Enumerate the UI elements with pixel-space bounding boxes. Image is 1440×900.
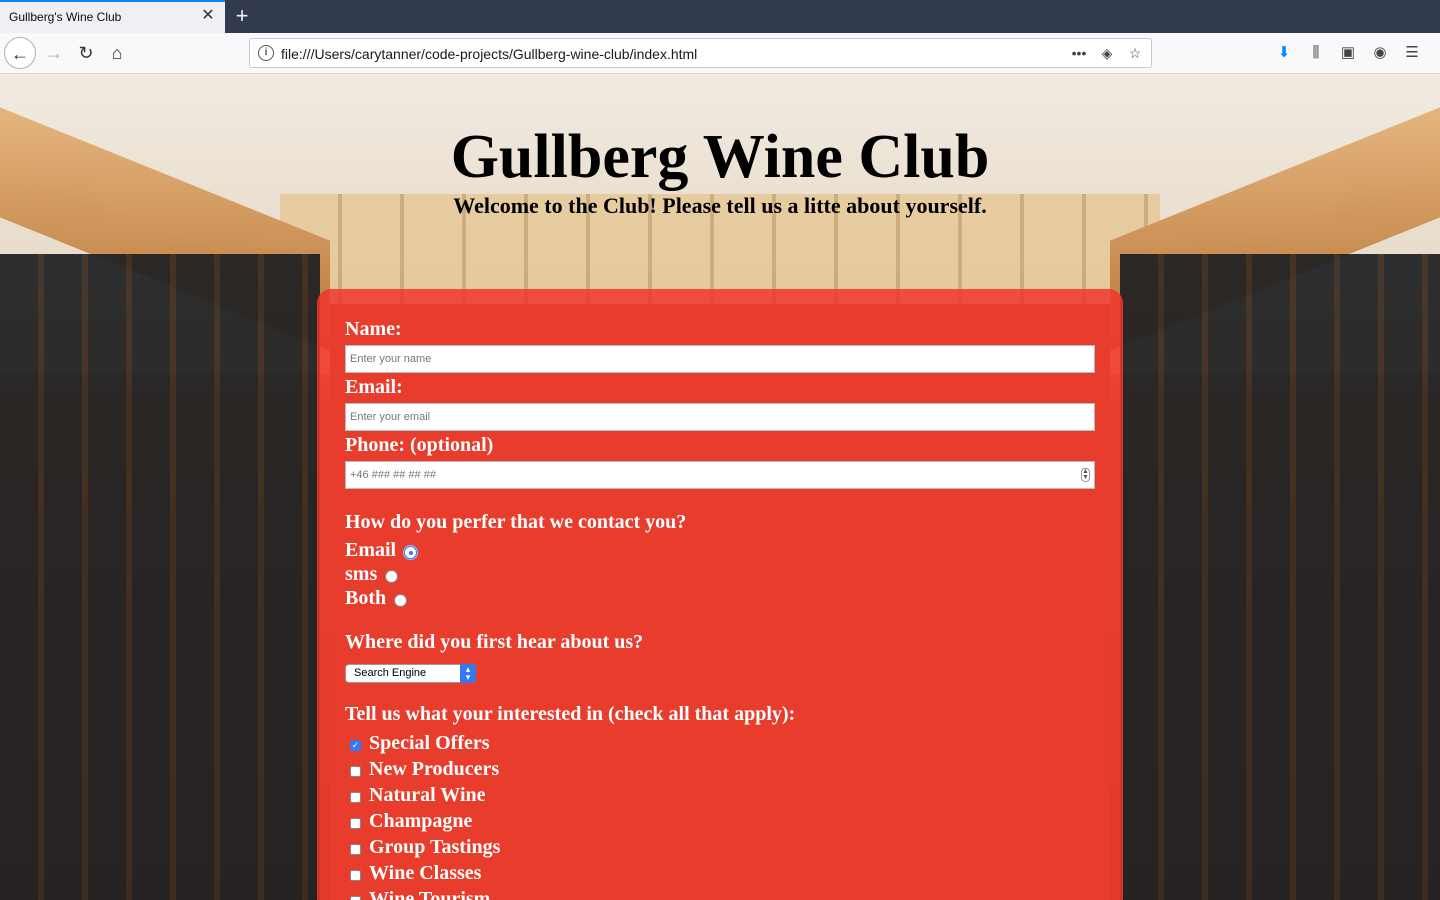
name-label: Name: — [345, 318, 402, 340]
checkbox[interactable] — [350, 870, 361, 881]
interest-label: Special Offers — [369, 732, 490, 754]
url-text[interactable]: file:///Users/carytanner/code-projects/G… — [281, 46, 697, 62]
radio-button[interactable] — [404, 546, 418, 559]
page-subtitle: Welcome to the Club! Please tell us a li… — [453, 193, 987, 218]
tab-bar: Gullberg's Wine Club ✕ + — [0, 0, 1440, 33]
checkbox[interactable] — [350, 844, 361, 855]
interest-wine-classes[interactable]: Wine Classes — [350, 862, 481, 885]
signup-form: Name: Enter your name Email: Enter your … — [317, 289, 1123, 900]
interest-label: New Producers — [369, 758, 500, 780]
new-tab-icon[interactable]: + — [229, 3, 255, 29]
browser-tab[interactable]: Gullberg's Wine Club ✕ — [0, 0, 225, 33]
contact-option-sms[interactable]: sms — [345, 563, 399, 586]
menu-icon[interactable]: ☰ — [1396, 41, 1428, 65]
contact-option-label: Email — [345, 539, 397, 561]
pocket-icon[interactable]: ◈ — [1097, 43, 1117, 63]
home-icon[interactable]: ⌂ — [101, 37, 133, 69]
radio-button[interactable] — [394, 594, 408, 607]
radio-button[interactable] — [385, 570, 399, 583]
source-select[interactable]: Search Engine ▴ ▾ — [345, 664, 476, 683]
page-title: Gullberg Wine Club — [450, 123, 990, 191]
tab-title: Gullberg's Wine Club — [9, 10, 122, 24]
contact-option-both[interactable]: Both — [345, 587, 408, 610]
url-bar[interactable]: i file:///Users/carytanner/code-projects… — [249, 38, 1152, 68]
forward-arrow-icon[interactable]: → — [38, 37, 70, 69]
interest-label: Champagne — [369, 810, 473, 832]
select-chevron-icon: ▴ ▾ — [460, 664, 476, 683]
checkbox[interactable] — [350, 766, 361, 777]
email-label: Email: — [345, 376, 403, 398]
checkbox[interactable] — [350, 792, 361, 803]
phone-placeholder: +46 ### ## ## ## — [350, 469, 436, 481]
interest-champagne[interactable]: Champagne — [350, 810, 472, 833]
interest-natural-wine[interactable]: Natural Wine — [350, 784, 486, 807]
back-arrow-icon[interactable]: ← — [4, 37, 36, 69]
checkbox[interactable] — [350, 896, 361, 900]
contact-option-label: Both — [345, 587, 387, 609]
interests-question: Tell us what your interested in (check a… — [345, 703, 796, 725]
interest-group-tastings[interactable]: Group Tastings — [350, 836, 500, 859]
bookmark-star-icon[interactable]: ☆ — [1125, 43, 1145, 63]
account-icon[interactable]: ◉ — [1364, 41, 1396, 65]
phone-label: Phone: (optional) — [345, 434, 494, 456]
close-tab-icon[interactable]: ✕ — [199, 7, 217, 25]
contact-question: How do you perfer that we contact you? — [345, 511, 687, 533]
background-wine-rack-left — [0, 254, 320, 900]
download-icon[interactable]: ⬇ — [1268, 41, 1300, 65]
library-icon[interactable]: ⫼ — [1300, 41, 1332, 65]
reload-icon[interactable]: ↻ — [70, 37, 102, 69]
checkbox[interactable] — [350, 818, 361, 829]
phone-input[interactable]: +46 ### ## ## ## ▲ ▼ — [345, 461, 1095, 489]
page-actions-icon[interactable]: ••• — [1069, 43, 1089, 63]
interest-new-producers[interactable]: New Producers — [350, 758, 499, 781]
navigation-toolbar: ← → ↻ ⌂ i file:///Users/carytanner/code-… — [0, 33, 1440, 74]
name-input[interactable]: Enter your name — [345, 345, 1095, 373]
interest-wine-tourism[interactable]: Wine Tourism — [350, 888, 490, 900]
contact-option-email[interactable]: Email — [345, 539, 418, 562]
background-wine-rack-right — [1120, 254, 1440, 900]
page-body: Gullberg Wine Club Welcome to the Club! … — [0, 74, 1440, 900]
email-input[interactable]: Enter your email — [345, 403, 1095, 431]
interest-label: Wine Classes — [369, 862, 482, 884]
checkbox[interactable]: ✓ — [350, 740, 361, 751]
contact-option-label: sms — [345, 563, 378, 585]
interest-special-offers[interactable]: ✓ Special Offers — [350, 732, 490, 755]
interest-label: Group Tastings — [369, 836, 501, 858]
number-stepper-icon[interactable]: ▲ ▼ — [1081, 468, 1090, 482]
interest-label: Wine Tourism — [369, 888, 491, 900]
interest-label: Natural Wine — [369, 784, 486, 806]
source-selected-value: Search Engine — [354, 667, 427, 679]
site-info-icon[interactable]: i — [258, 45, 274, 61]
sidebar-icon[interactable]: ▣ — [1332, 41, 1364, 65]
source-question: Where did you first hear about us? — [345, 631, 644, 653]
